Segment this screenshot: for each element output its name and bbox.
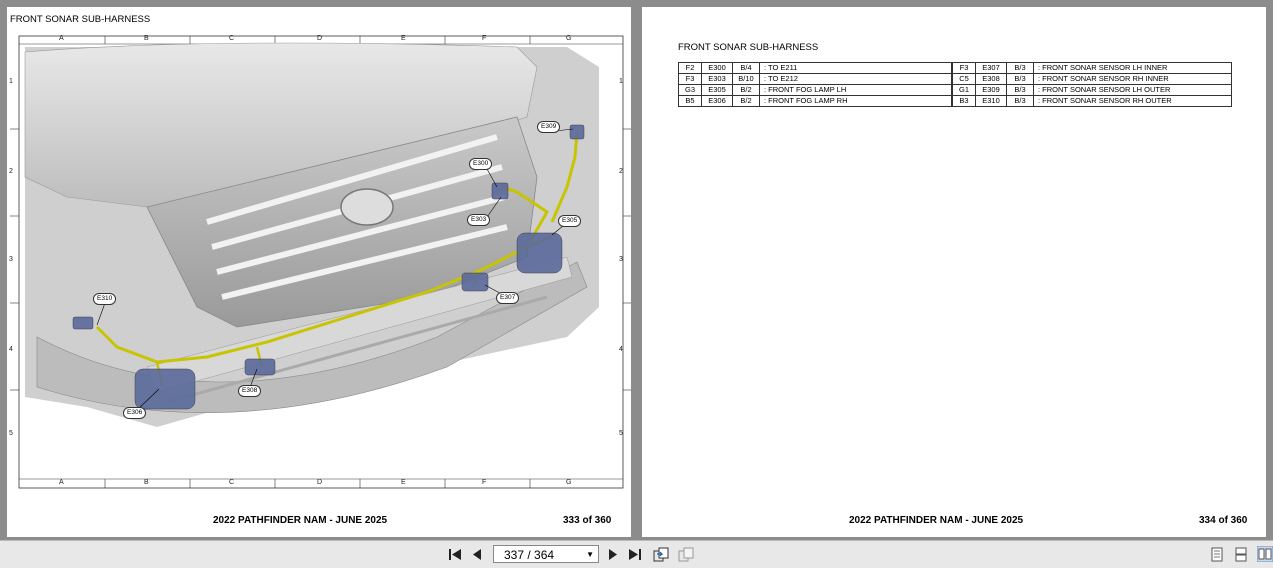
grid-number: 2 <box>9 168 13 175</box>
connector-callout: E308 <box>238 385 262 397</box>
viewer-toolbar: 337 / 364 ▼ <box>0 540 1273 568</box>
grid-number: 5 <box>9 430 13 437</box>
next-page-icon[interactable] <box>608 548 618 561</box>
chevron-down-icon: ▼ <box>586 550 594 559</box>
table-cell: C5 <box>952 73 976 85</box>
grid-number: 3 <box>619 256 623 263</box>
connector-callout: E310 <box>93 293 117 305</box>
table-cell: F3 <box>678 73 702 85</box>
last-page-icon[interactable] <box>628 548 642 561</box>
table-cell: : FRONT FOG LAMP RH <box>759 95 952 107</box>
grid-letter: E <box>401 35 406 42</box>
grid-letter: G <box>566 35 572 42</box>
previous-page-icon[interactable] <box>472 548 482 561</box>
table-cell: : FRONT SONAR SENSOR RH INNER <box>1033 73 1232 85</box>
table-cell: : TO E211 <box>759 62 952 74</box>
table-cell: E305 <box>701 84 733 96</box>
table-cell: E300 <box>701 62 733 74</box>
two-page-view-icon[interactable] <box>1257 546 1273 562</box>
table-row: B3 E310 B/3 : FRONT SONAR SENSOR RH OUTE… <box>952 95 1232 107</box>
footer-document-title: 2022 PATHFINDER NAM - JUNE 2025 <box>213 515 388 526</box>
page-number-select[interactable]: 337 / 364 ▼ <box>493 545 599 563</box>
table-cell: E309 <box>975 84 1007 96</box>
table-cell: E310 <box>975 95 1007 107</box>
table-cell: E308 <box>975 73 1007 85</box>
table-row: B5 E306 B/2 : FRONT FOG LAMP RH <box>678 95 952 107</box>
diagram-frame <box>10 35 631 489</box>
page-number-display: 337 / 364 <box>504 548 555 562</box>
table-row: G3 E305 B/2 : FRONT FOG LAMP LH <box>678 84 952 96</box>
table-cell: B/2 <box>732 84 760 96</box>
continuous-view-icon[interactable] <box>1235 547 1247 562</box>
grid-number: 3 <box>9 256 13 263</box>
go-forward-view-icon[interactable] <box>678 547 694 562</box>
connector-callout: E300 <box>469 158 493 170</box>
grid-letter: A <box>59 35 64 42</box>
single-page-view-icon[interactable] <box>1211 547 1223 562</box>
page-title: FRONT SONAR SUB-HARNESS <box>678 42 819 53</box>
connector-callout: E307 <box>496 292 520 304</box>
connector-callout: E306 <box>123 407 147 419</box>
grid-letter: F <box>482 479 487 486</box>
table-cell: : FRONT FOG LAMP LH <box>759 84 952 96</box>
grid-number: 4 <box>619 346 623 353</box>
connector-callout: E305 <box>558 215 582 227</box>
table-cell: B/10 <box>732 73 760 85</box>
table-cell: B/4 <box>732 62 760 74</box>
table-row: F2 E300 B/4 : TO E211 <box>678 62 952 74</box>
table-row: C5 E308 B/3 : FRONT SONAR SENSOR RH INNE… <box>952 73 1232 85</box>
table-cell: E307 <box>975 62 1007 74</box>
page-left: FRONT SONAR SUB-HARNESS A B C D E F G A … <box>7 7 631 537</box>
table-cell: : FRONT SONAR SENSOR LH OUTER <box>1033 84 1232 96</box>
page-right: FRONT SONAR SUB-HARNESS F2 E300 B/4 : TO… <box>642 7 1266 537</box>
table-cell: B/3 <box>1006 62 1034 74</box>
table-cell: B/2 <box>732 95 760 107</box>
table-cell: E303 <box>701 73 733 85</box>
table-cell: G3 <box>678 84 702 96</box>
grid-number: 1 <box>9 78 13 85</box>
grid-letter: F <box>482 35 487 42</box>
table-cell: B3 <box>952 95 976 107</box>
table-cell: : FRONT SONAR SENSOR RH OUTER <box>1033 95 1232 107</box>
grid-number: 4 <box>9 346 13 353</box>
grid-letter: A <box>59 479 64 486</box>
grid-number: 1 <box>619 78 623 85</box>
footer-document-title: 2022 PATHFINDER NAM - JUNE 2025 <box>849 515 1024 526</box>
grid-letter: E <box>401 479 406 486</box>
connector-table-left: F2 E300 B/4 : TO E211 F3 E303 B/10 : TO … <box>678 62 952 107</box>
table-cell: B/3 <box>1006 84 1034 96</box>
table-row: F3 E303 B/10 : TO E212 <box>678 73 952 85</box>
grid-number: 5 <box>619 430 623 437</box>
grid-number: 2 <box>619 168 623 175</box>
table-row: F3 E307 B/3 : FRONT SONAR SENSOR LH INNE… <box>952 62 1232 74</box>
table-cell: B/3 <box>1006 73 1034 85</box>
table-cell: F3 <box>952 62 976 74</box>
connector-callout: E309 <box>537 121 561 133</box>
table-cell: F2 <box>678 62 702 74</box>
connector-callout: E303 <box>467 214 491 226</box>
go-back-view-icon[interactable] <box>653 547 669 562</box>
table-cell: B5 <box>678 95 702 107</box>
grid-letter: D <box>317 479 323 486</box>
table-cell: : TO E212 <box>759 73 952 85</box>
grid-letter: D <box>317 35 323 42</box>
connector-table-right: F3 E307 B/3 : FRONT SONAR SENSOR LH INNE… <box>952 62 1232 107</box>
grid-letter: B <box>144 35 149 42</box>
grid-letter: C <box>229 479 235 486</box>
grid-letter: C <box>229 35 235 42</box>
first-page-icon[interactable] <box>448 548 462 561</box>
grid-letter: B <box>144 479 149 486</box>
table-row: G1 E309 B/3 : FRONT SONAR SENSOR LH OUTE… <box>952 84 1232 96</box>
table-cell: G1 <box>952 84 976 96</box>
table-cell: B/3 <box>1006 95 1034 107</box>
footer-page-number: 334 of 360 <box>1199 515 1248 526</box>
table-cell: E306 <box>701 95 733 107</box>
footer-page-number: 333 of 360 <box>563 515 612 526</box>
table-cell: : FRONT SONAR SENSOR LH INNER <box>1033 62 1232 74</box>
grid-letter: G <box>566 479 572 486</box>
